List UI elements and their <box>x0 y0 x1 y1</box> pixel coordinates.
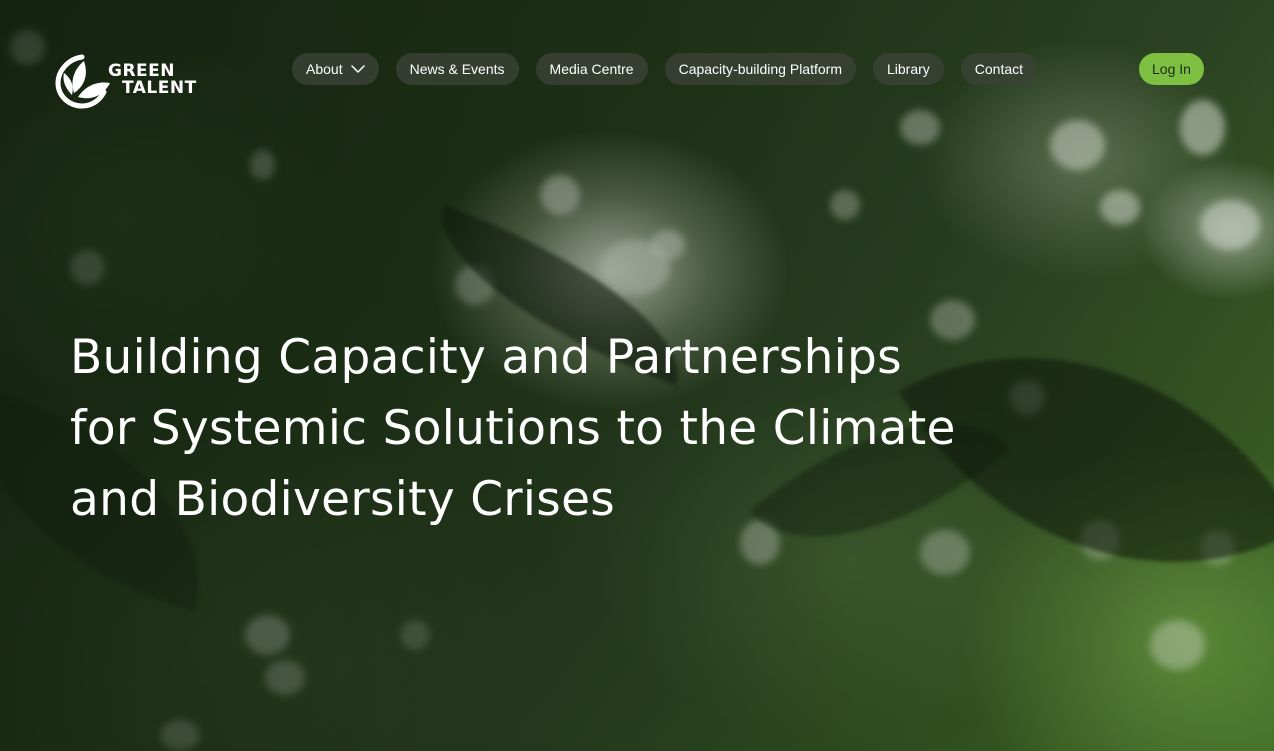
nav-item-label: About <box>306 61 343 77</box>
login-button-label: Log In <box>1152 61 1191 77</box>
nav-item-label: Contact <box>974 61 1024 77</box>
logo-line-2: TALENT <box>122 78 197 98</box>
nav-item-media-centre[interactable]: Media Centre <box>535 53 648 85</box>
hero-headline: Building Capacity and Partnerships for S… <box>70 322 1010 535</box>
nav-item-label: Library <box>886 61 930 77</box>
nav-item-news-events[interactable]: News & Events <box>395 53 519 85</box>
logo-wordmark: GREEN TALENT <box>108 63 197 97</box>
headline-line: Building Capacity and Partnerships <box>70 330 902 385</box>
nav-item-library[interactable]: Library <box>872 53 944 85</box>
nav-item-label: Capacity-building Platform <box>678 61 842 77</box>
nav-item-about[interactable]: About <box>292 53 379 85</box>
main-navigation: About News & Events Media Centre Capacit… <box>292 53 1038 85</box>
site-logo[interactable]: GREEN TALENT <box>52 50 212 110</box>
headline-line: for Systemic Solutions to the Climate <box>70 401 956 456</box>
nav-item-contact[interactable]: Contact <box>960 53 1038 85</box>
leaf-logo-icon <box>55 54 110 109</box>
headline-line: and Biodiversity Crises <box>70 472 616 527</box>
hero-section: GREEN TALENT About News & Events Media C… <box>0 0 1274 751</box>
nav-item-label: Media Centre <box>549 61 634 77</box>
nav-item-capacity-building-platform[interactable]: Capacity-building Platform <box>664 53 856 85</box>
login-button[interactable]: Log In <box>1139 53 1204 85</box>
site-header: GREEN TALENT About News & Events Media C… <box>0 0 1274 140</box>
chevron-down-icon <box>350 65 365 73</box>
nav-item-label: News & Events <box>409 61 505 77</box>
